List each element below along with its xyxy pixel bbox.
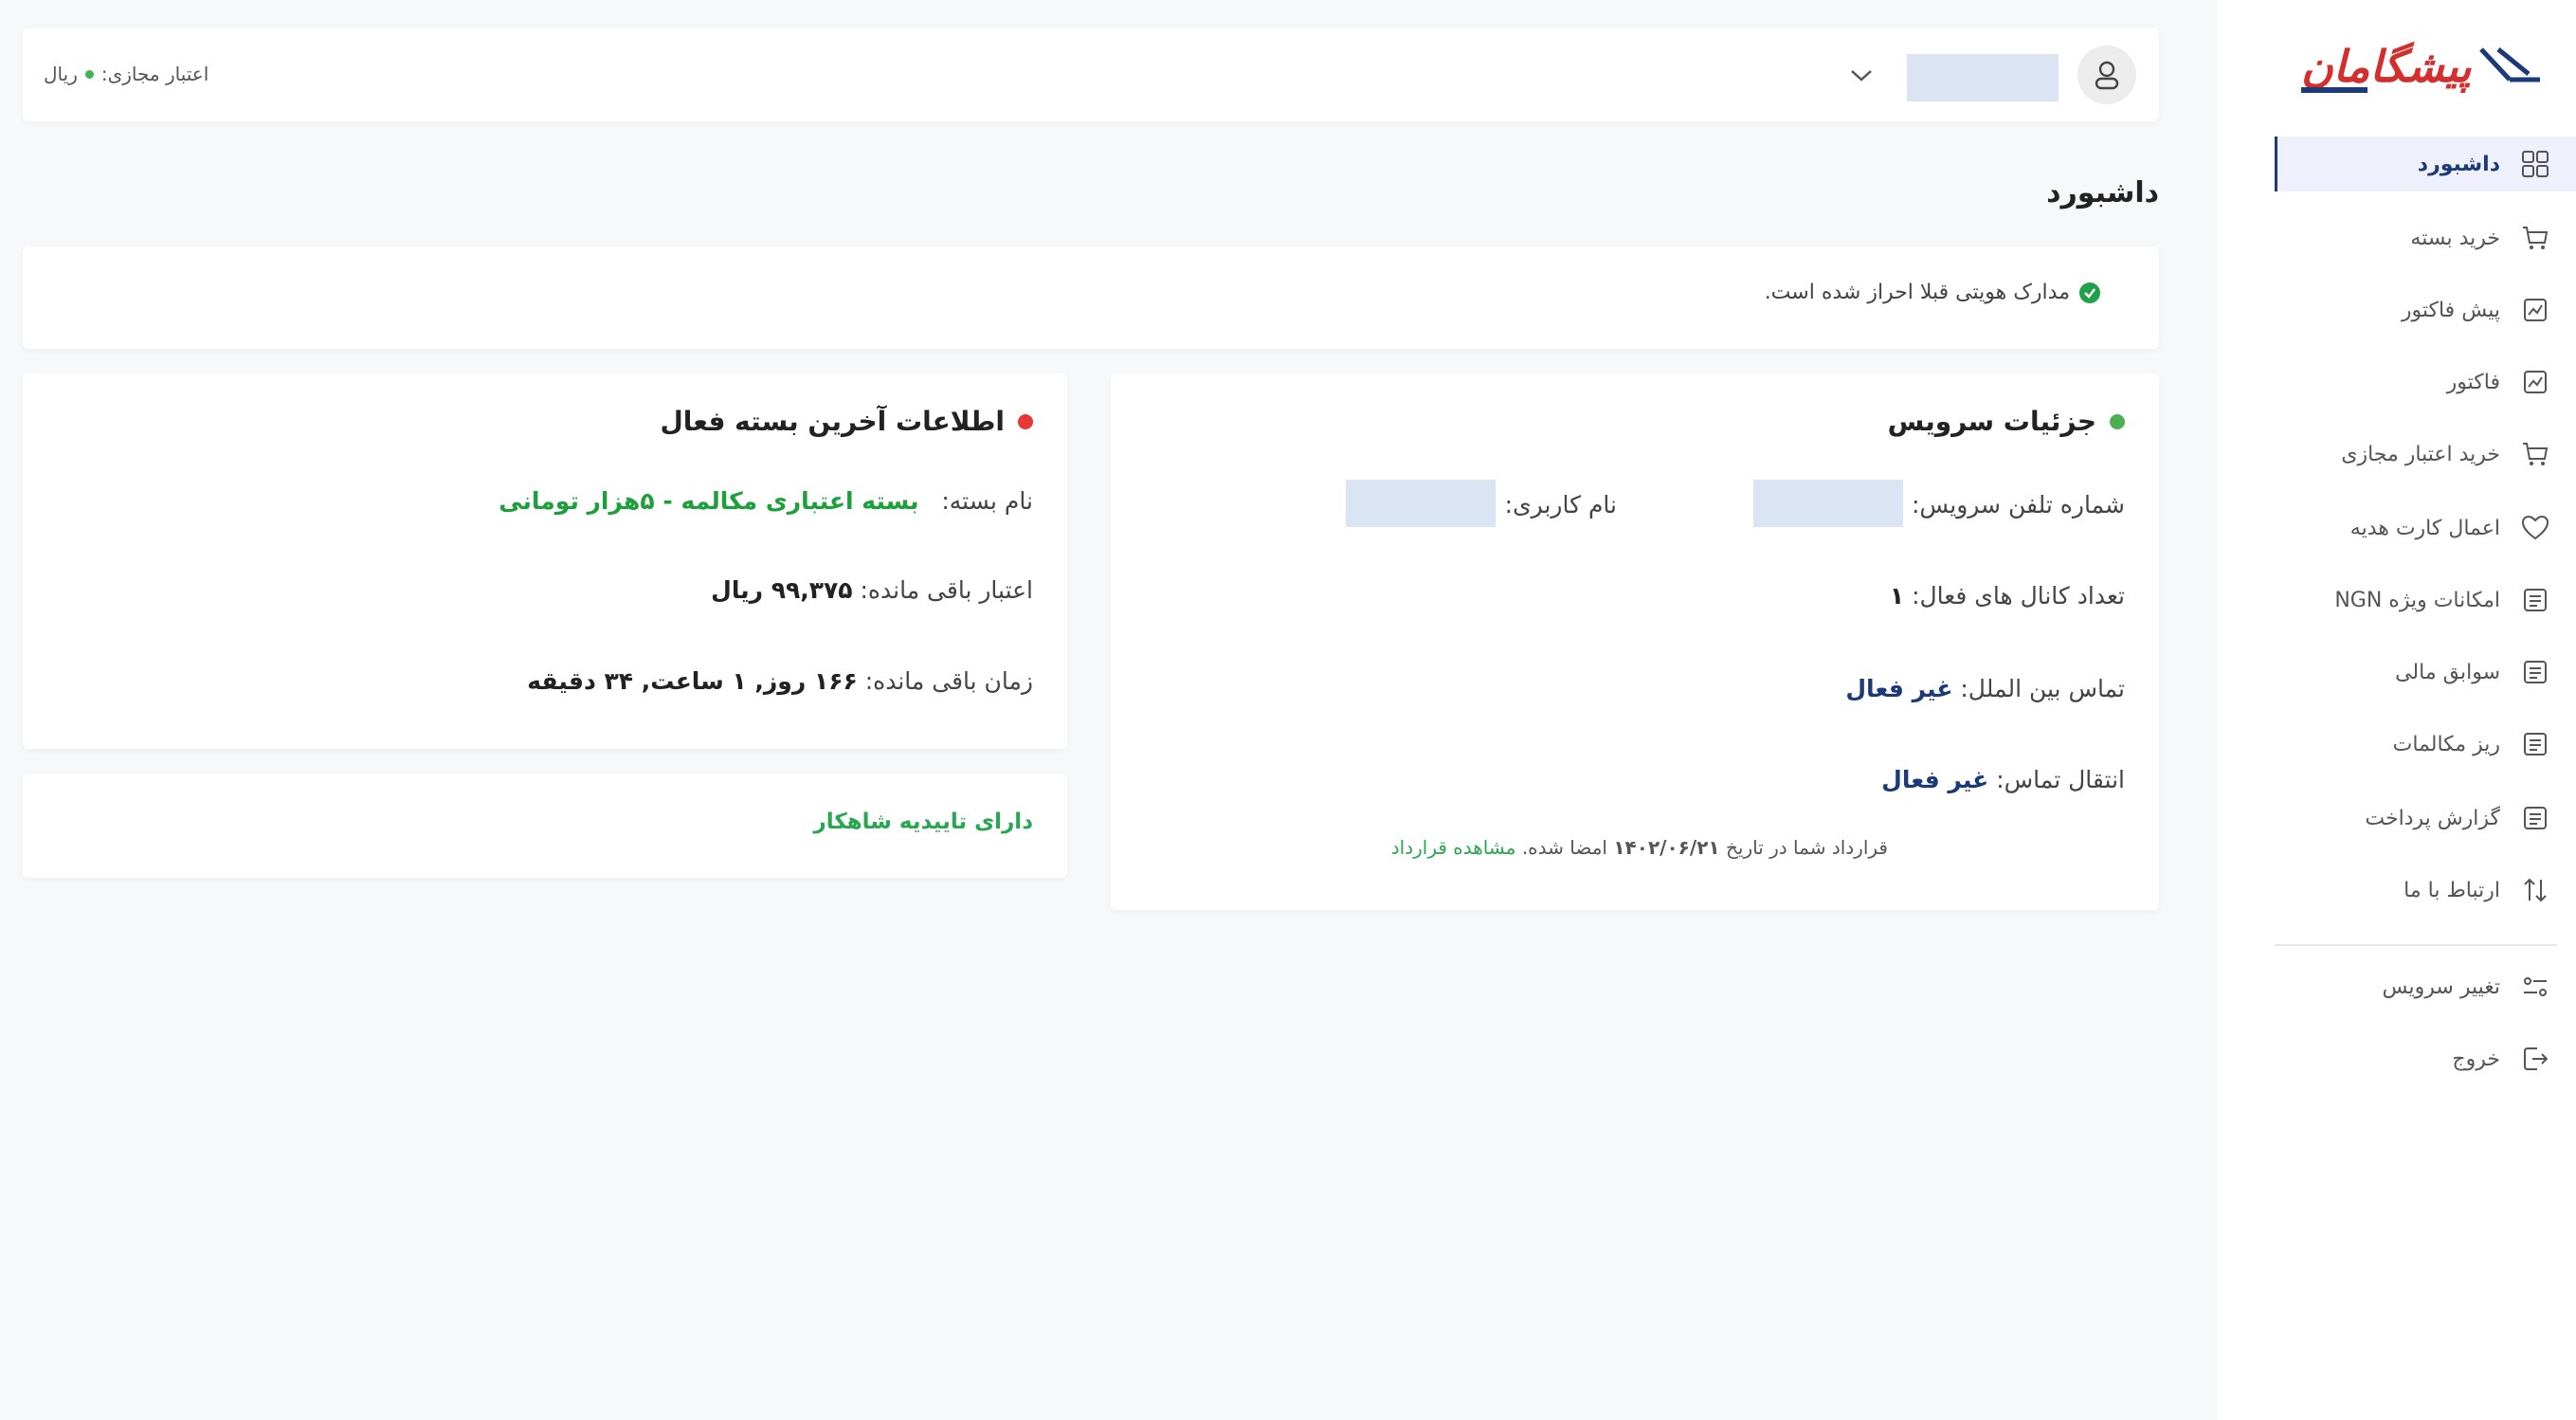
sidebar-item-financial-history[interactable]: سوابق مالی — [2275, 645, 2576, 700]
logout-icon — [2517, 1041, 2553, 1077]
credit-unit: ریال — [44, 63, 78, 85]
call-transfer: انتقال تماس: غیر فعال — [1881, 766, 2125, 793]
active-channels: تعداد کانال های فعال: ۱ — [1889, 582, 2125, 610]
sidebar-item-change-service[interactable]: تغییر سرویس — [2275, 959, 2576, 1014]
grid-icon — [2517, 146, 2553, 182]
svg-text:پیشگامان: پیشگامان — [2301, 41, 2473, 93]
arrows-updown-icon — [2517, 872, 2553, 908]
user-icon[interactable] — [2077, 46, 2136, 104]
notice-text: مدارک هویتی قبلا احراز شده است. — [1764, 281, 2070, 304]
view-contract-link[interactable]: مشاهده قرارداد — [1391, 836, 1516, 859]
package-title: اطلاعات آخرین بسته فعال — [660, 406, 1005, 437]
document-icon — [2517, 800, 2553, 836]
chevron-down-icon[interactable] — [1842, 57, 1880, 95]
sidebar-item-invoice[interactable]: فاکتور — [2275, 355, 2576, 410]
username-value — [1346, 480, 1496, 527]
service-phone-value — [1753, 480, 1903, 527]
heart-icon — [2517, 510, 2553, 546]
credit-status-dot — [84, 69, 94, 79]
document-icon — [2517, 582, 2553, 618]
cart-icon — [2517, 436, 2553, 472]
sidebar-item-proforma[interactable]: پیش فاکتور — [2275, 282, 2576, 337]
sidebar: پیشگامان داشبورد خرید بسته پیش فاکتور فا… — [2218, 0, 2576, 1420]
status-dot-green — [2110, 413, 2125, 429]
check-circle-icon — [2079, 282, 2100, 303]
active-package-card: اطلاعات آخرین بسته فعال نام بسته: بسته ا… — [23, 373, 1067, 749]
sidebar-item-logout[interactable]: خروج — [2275, 1031, 2576, 1086]
sidebar-item-ngn-features[interactable]: امکانات ویژه NGN — [2275, 573, 2576, 628]
international-call: تماس بین الملل: غیر فعال — [1845, 675, 2125, 702]
username-label: نام کاربری: — [1504, 491, 1617, 519]
username-display[interactable] — [1907, 54, 2059, 101]
contract-info: قرارداد شما در تاریخ ۱۴۰۲/۰۶/۲۱ امضا شده… — [1390, 836, 1888, 859]
package-time: زمان باقی مانده: ۱۶۶ روز, ۱ ساعت, ۳۴ دقی… — [527, 667, 1033, 695]
switch-icon — [2517, 969, 2553, 1005]
cart-icon — [2517, 220, 2553, 256]
virtual-credit: اعتبار مجازی: ریال — [44, 63, 209, 85]
chart-doc-icon — [2517, 364, 2553, 400]
service-phone-label: شماره تلفن سرویس: — [1911, 491, 2125, 519]
main-content: اعتبار مجازی: ریال داشبورد مدارک هویتی ق… — [0, 0, 2218, 1420]
brand-logo: پیشگامان — [2292, 36, 2548, 102]
top-bar: اعتبار مجازی: ریال — [23, 28, 2159, 121]
package-name: نام بسته: بسته اعتباری مکالمه - ۵هزار تو… — [499, 487, 1033, 515]
service-title: جزئیات سرویس — [1887, 406, 2096, 437]
shahkar-approval-card: دارای تاییدیه شاهکار — [23, 774, 1067, 878]
page-title: داشبورد — [2046, 176, 2159, 209]
sidebar-item-payment-report[interactable]: گزارش پرداخت — [2275, 791, 2576, 846]
sidebar-item-gift-card[interactable]: اعمال کارت هدیه — [2275, 501, 2576, 555]
sidebar-item-buy-credit[interactable]: خرید اعتبار مجازی — [2275, 427, 2576, 482]
approval-text: دارای تاییدیه شاهکار — [813, 810, 1033, 834]
sidebar-item-call-details[interactable]: ریز مکالمات — [2275, 717, 2576, 772]
sidebar-item-contact-us[interactable]: ارتباط با ما — [2275, 863, 2576, 918]
service-details-card: جزئیات سرویس شماره تلفن سرویس: نام کاربر… — [1111, 373, 2159, 910]
sidebar-item-buy-package[interactable]: خرید بسته — [2275, 210, 2576, 265]
identity-notice: مدارک هویتی قبلا احراز شده است. — [23, 246, 2159, 349]
chart-doc-icon — [2517, 292, 2553, 328]
status-dot-red — [1018, 413, 1033, 429]
package-credit: اعتبار باقی مانده: ۹۹,۳۷۵ ریال — [711, 576, 1033, 604]
sidebar-divider — [2275, 944, 2557, 946]
document-icon — [2517, 654, 2553, 690]
credit-label: اعتبار مجازی: — [100, 63, 209, 85]
document-icon — [2517, 726, 2553, 762]
sidebar-item-dashboard[interactable]: داشبورد — [2275, 137, 2576, 191]
